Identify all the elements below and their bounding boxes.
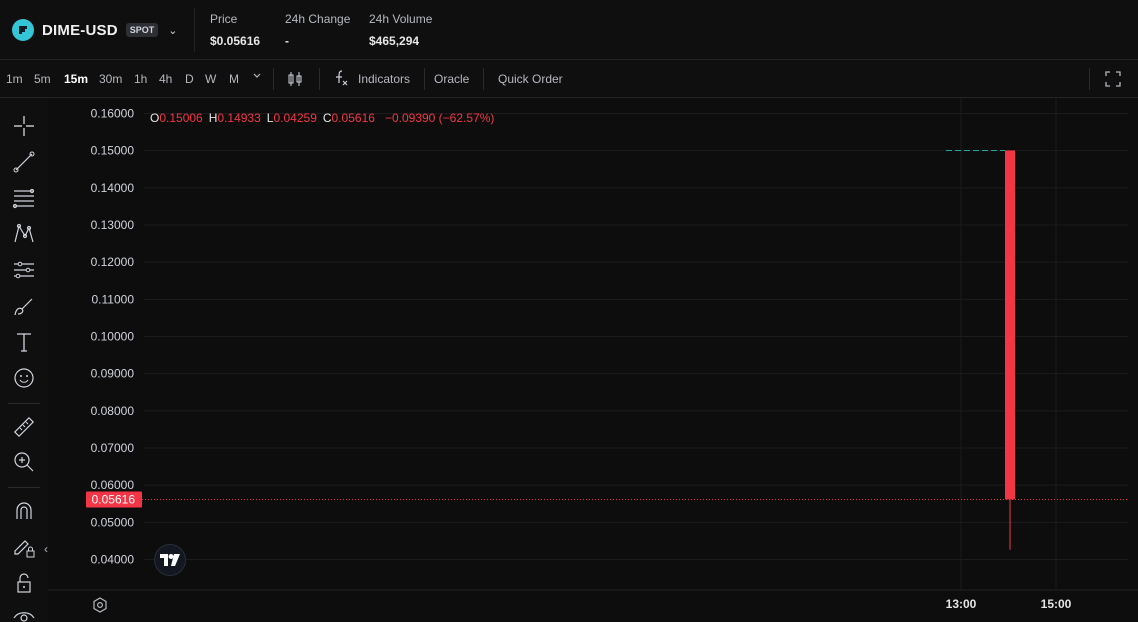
interval-30m[interactable]: 30m bbox=[99, 72, 122, 86]
change-value: −0.09390 (−62.57%) bbox=[384, 111, 495, 125]
oracle-button[interactable]: Oracle bbox=[434, 72, 469, 86]
toolbar-divider bbox=[424, 68, 425, 90]
prediction-icon[interactable] bbox=[10, 256, 38, 284]
volume-label: 24h Volume bbox=[369, 12, 433, 26]
quick-order-button[interactable]: Quick Order bbox=[498, 72, 563, 86]
y-tick-label: 0.10000 bbox=[91, 330, 135, 344]
change-value: - bbox=[285, 34, 289, 48]
dime-token-icon bbox=[12, 19, 34, 41]
interval-4h[interactable]: 4h bbox=[159, 72, 172, 86]
y-tick-label: 0.12000 bbox=[91, 255, 135, 269]
price-value: $0.05616 bbox=[210, 34, 261, 48]
pattern-icon[interactable] bbox=[10, 220, 38, 248]
volume-stat: 24h Volume $465,294 bbox=[369, 12, 432, 48]
tradingview-logo[interactable] bbox=[154, 544, 186, 576]
y-tick-label: 0.08000 bbox=[91, 404, 135, 418]
header-divider bbox=[194, 8, 195, 52]
interval-15m[interactable]: 15m bbox=[64, 72, 88, 86]
change-label: 24h Change bbox=[285, 12, 351, 26]
market-type-badge: SPOT bbox=[125, 23, 159, 37]
interval-w[interactable]: W bbox=[205, 72, 216, 86]
interval-5m[interactable]: 5m bbox=[34, 72, 51, 86]
crosshair-icon[interactable] bbox=[10, 112, 38, 140]
y-tick-label: 0.09000 bbox=[91, 367, 135, 381]
ohlc-legend: O0.15006 H0.14933 L0.04259 C0.05616 −0.0… bbox=[150, 111, 494, 125]
eye-icon[interactable] bbox=[10, 604, 38, 622]
trend-line-icon[interactable] bbox=[10, 148, 38, 176]
price-label: Price bbox=[210, 12, 238, 26]
tool-divider bbox=[8, 487, 40, 488]
x-tick-label: 15:00 bbox=[1041, 597, 1072, 611]
y-tick-label: 0.16000 bbox=[91, 107, 135, 121]
volume-value: $465,294 bbox=[369, 34, 420, 48]
candle-type-icon[interactable] bbox=[286, 70, 304, 91]
interval-dropdown-chevron-icon[interactable] bbox=[251, 69, 263, 84]
ruler-icon[interactable] bbox=[10, 413, 38, 441]
lock-drawing-icon[interactable] bbox=[10, 533, 38, 561]
x-tick-label: 13:00 bbox=[946, 597, 977, 611]
tool-divider bbox=[8, 403, 40, 404]
close-label: C bbox=[322, 111, 332, 125]
fib-retracement-icon[interactable] bbox=[10, 184, 38, 212]
toolbar-divider bbox=[1089, 68, 1090, 90]
low-value: 0.04259 bbox=[273, 111, 317, 125]
lock-icon[interactable] bbox=[10, 569, 38, 597]
indicators-button[interactable]: Indicators bbox=[358, 72, 410, 86]
magnet-icon[interactable] bbox=[10, 497, 38, 525]
toolbar-divider bbox=[273, 68, 274, 90]
zoom-in-icon[interactable] bbox=[10, 448, 38, 476]
toolbar-divider bbox=[483, 68, 484, 90]
chevron-down-icon[interactable]: ⌄ bbox=[168, 24, 177, 37]
indicators-fx-icon[interactable] bbox=[333, 69, 351, 90]
y-tick-label: 0.06000 bbox=[91, 478, 135, 492]
y-tick-label: 0.11000 bbox=[92, 292, 135, 306]
candle-body bbox=[1005, 150, 1015, 500]
y-tick-label: 0.14000 bbox=[91, 181, 135, 195]
open-value: 0.15006 bbox=[159, 111, 203, 125]
emoji-icon[interactable] bbox=[10, 364, 38, 392]
chart-canvas[interactable]: 0.16000 0.15000 0.14000 0.13000 0.12000 0.110… bbox=[48, 98, 1138, 622]
open-label: O bbox=[150, 111, 160, 125]
toolbar-divider bbox=[319, 68, 320, 90]
interval-d[interactable]: D bbox=[185, 72, 194, 86]
y-tick-label: 0.05000 bbox=[91, 515, 135, 529]
pair-selector[interactable]: DIME-USD SPOT ⌄ bbox=[12, 18, 178, 42]
interval-1h[interactable]: 1h bbox=[134, 72, 147, 86]
y-tick-label: 0.07000 bbox=[91, 441, 135, 455]
top-header: DIME-USD SPOT ⌄ Price $0.05616 24h Chang… bbox=[0, 0, 1138, 60]
drawing-toolbar: ‹ bbox=[0, 98, 48, 622]
current-price-label: 0.05616 bbox=[92, 492, 136, 506]
change-stat: 24h Change - bbox=[285, 12, 350, 48]
y-tick-label: 0.13000 bbox=[91, 218, 135, 232]
price-chart[interactable]: 0.16000 0.15000 0.14000 0.13000 0.12000 0.110… bbox=[48, 98, 1138, 622]
high-value: 0.14933 bbox=[217, 111, 261, 125]
pair-name: DIME-USD bbox=[42, 21, 118, 39]
text-icon[interactable] bbox=[10, 328, 38, 356]
gear-icon[interactable] bbox=[92, 597, 108, 618]
y-tick-label: 0.15000 bbox=[91, 144, 135, 158]
interval-1m[interactable]: 1m bbox=[6, 72, 23, 86]
y-tick-label: 0.04000 bbox=[91, 553, 135, 567]
chart-toolbar: 1m 5m 15m 30m 1h 4h D W M Indicators Ora… bbox=[0, 60, 1138, 98]
brush-icon[interactable] bbox=[10, 292, 38, 320]
interval-m[interactable]: M bbox=[229, 72, 239, 86]
fullscreen-icon[interactable] bbox=[1104, 70, 1122, 91]
close-value: 0.05616 bbox=[331, 111, 375, 125]
price-stat: Price $0.05616 bbox=[210, 12, 260, 48]
